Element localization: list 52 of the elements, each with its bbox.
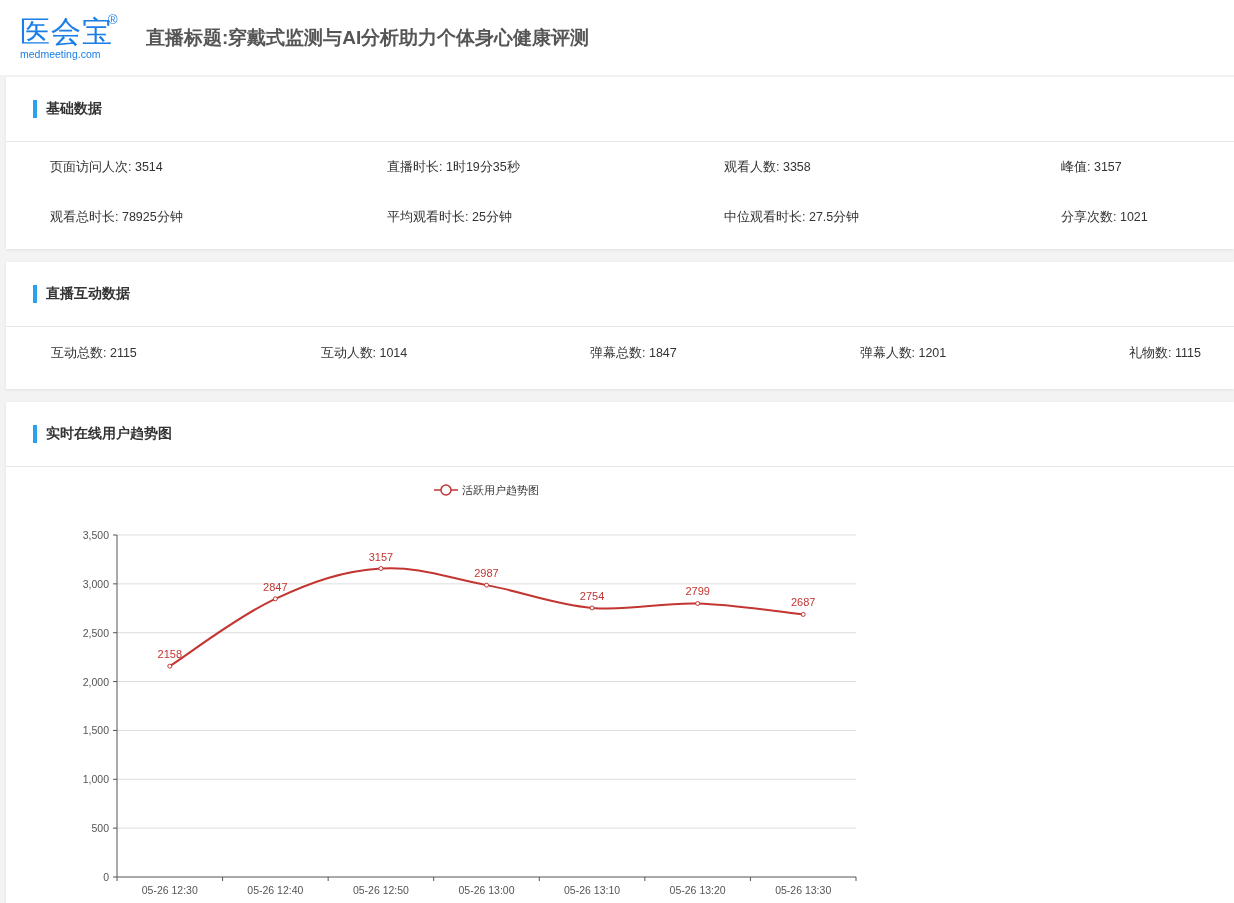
stat-item: 峰值: 3157 bbox=[1061, 159, 1123, 176]
data-label: 2987 bbox=[474, 567, 499, 580]
stat-item: 平均观看时长: 25分钟 bbox=[387, 209, 513, 226]
stat-item: 分享次数: 1021 bbox=[1061, 209, 1149, 226]
section-marker bbox=[33, 100, 37, 118]
axis-label: 500 bbox=[91, 822, 109, 835]
stat-item: 弹幕总数: 1847 bbox=[590, 345, 678, 362]
stat-item: 观看总时长: 78925分钟 bbox=[50, 209, 184, 226]
section-title: 实时在线用户趋势图 bbox=[46, 425, 172, 443]
axis-label: 3,000 bbox=[82, 577, 109, 590]
stat-item: 中位观看时长: 27.5分钟 bbox=[724, 209, 861, 226]
data-point bbox=[378, 566, 384, 571]
data-label: 3157 bbox=[368, 550, 394, 563]
data-point bbox=[484, 582, 489, 588]
logo-domain: medmeeting.com bbox=[20, 47, 102, 60]
axis-label: 2,000 bbox=[82, 675, 109, 688]
data-label: 2158 bbox=[157, 648, 183, 661]
stat-item: 弹幕人数: 1201 bbox=[859, 345, 948, 362]
stat-item: 互动总数: 2115 bbox=[51, 345, 138, 362]
axis-label: 1,000 bbox=[82, 773, 109, 786]
stat-item: 观看人数: 3358 bbox=[724, 159, 812, 176]
legend-icon bbox=[433, 484, 459, 496]
axis-label: 0 bbox=[103, 871, 109, 883]
data-label: 2754 bbox=[579, 589, 605, 602]
section-marker bbox=[33, 425, 37, 443]
data-label: 2799 bbox=[685, 585, 710, 598]
axis-label: 05-26 12:30 bbox=[141, 884, 198, 896]
axis-label: 1,500 bbox=[82, 724, 109, 737]
axis-label: 05-26 13:30 bbox=[775, 884, 832, 896]
axis-label: 05-26 13:00 bbox=[458, 884, 515, 896]
axis-label: 3,500 bbox=[82, 529, 109, 541]
data-point bbox=[272, 596, 278, 602]
data-label: 2687 bbox=[790, 596, 816, 609]
axis-label: 05-26 12:50 bbox=[352, 884, 409, 896]
stat-item: 页面访问人次: 3514 bbox=[50, 159, 164, 176]
stat-item: 直播时长: 1时19分35秒 bbox=[387, 159, 521, 176]
data-point bbox=[800, 611, 806, 617]
section-title: 基础数据 bbox=[46, 100, 102, 118]
axis-label: 05-26 13:10 bbox=[564, 884, 621, 896]
page-title: 直播标题:穿戴式监测与AI分析助力个体身心健康评测 bbox=[146, 25, 590, 50]
legend-label: 活跃用户趋势图 bbox=[462, 484, 539, 496]
data-point bbox=[695, 601, 701, 606]
data-label: 2847 bbox=[263, 580, 288, 593]
data-point bbox=[167, 663, 173, 669]
section-marker bbox=[33, 285, 37, 303]
section-title: 直播互动数据 bbox=[46, 285, 130, 303]
axis-label: 2,500 bbox=[82, 626, 109, 639]
axis-label: 05-26 13:20 bbox=[669, 884, 726, 896]
stat-item: 礼物数: 1115 bbox=[1129, 345, 1202, 362]
axis-label: 05-26 12:40 bbox=[247, 884, 304, 896]
stat-item: 互动人数: 1014 bbox=[320, 345, 409, 362]
data-point bbox=[589, 605, 595, 611]
